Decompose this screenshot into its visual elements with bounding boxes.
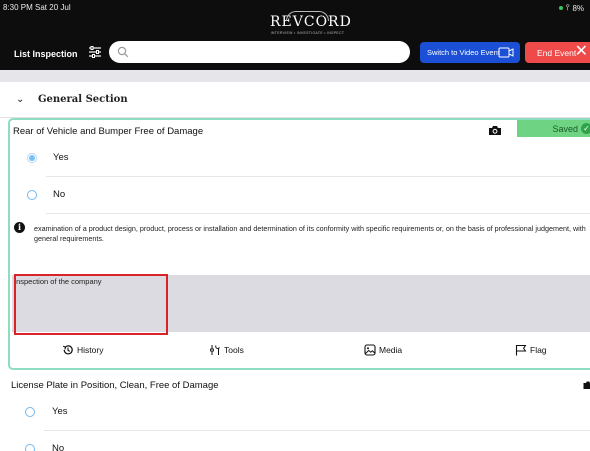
saved-label: Saved	[552, 123, 578, 134]
search-box[interactable]	[109, 41, 410, 63]
option-label: Yes	[53, 152, 69, 163]
switch-to-video-label: Switch to Video Event	[427, 48, 500, 57]
question-toolbar: History Tools Media Flag	[10, 340, 590, 366]
info-icon: i	[14, 222, 25, 233]
top-header: 8:30 PM Sat 20 Jul ⫯ 8% REVCORD INTERVIE…	[0, 0, 590, 70]
search-input[interactable]	[133, 43, 401, 61]
radio-yes[interactable]	[27, 153, 37, 163]
question-title: Rear of Vehicle and Bumper Free of Damag…	[13, 126, 204, 137]
notes-area[interactable]: Inspection of the company	[12, 275, 590, 332]
app-window: 8:30 PM Sat 20 Jul ⫯ 8% REVCORD INTERVIE…	[0, 0, 590, 451]
history-button[interactable]: History	[62, 344, 103, 356]
end-event-button[interactable]: End Event ✕	[525, 42, 590, 63]
wifi-icon: ⫯	[565, 3, 570, 12]
question-card-license-plate: License Plate in Position, Clean, Free o…	[0, 372, 590, 451]
option-divider	[46, 213, 590, 214]
radio-no[interactable]	[25, 444, 35, 451]
chevron-down-icon: ⌄	[16, 94, 25, 105]
tools-button[interactable]: Tools	[209, 344, 244, 356]
switch-to-video-button[interactable]: Switch to Video Event	[420, 42, 520, 63]
battery-level: 8%	[572, 3, 584, 13]
question-title: License Plate in Position, Clean, Free o…	[11, 380, 219, 391]
flag-button[interactable]: Flag	[515, 344, 547, 356]
page-title: List Inspection	[14, 49, 78, 59]
checkmark-icon: ✓	[581, 123, 590, 134]
location-dot-icon	[558, 6, 563, 10]
media-icon	[364, 344, 376, 356]
radio-no[interactable]	[27, 190, 37, 200]
section-header-general[interactable]: ⌄ General Section	[0, 82, 590, 118]
camera-icon[interactable]	[488, 125, 502, 136]
saved-status-badge: Saved ✓	[517, 120, 590, 137]
question-card-rear-vehicle: Rear of Vehicle and Bumper Free of Damag…	[8, 118, 590, 370]
flag-icon	[515, 345, 527, 356]
search-icon	[117, 46, 129, 58]
notes-textarea[interactable]: Inspection of the company	[14, 277, 590, 327]
option-label: No	[53, 189, 66, 200]
header-separator	[0, 70, 590, 82]
revcord-logo: REVCORD INTERVIEW • INVESTIGATE • INSPEC…	[270, 11, 351, 40]
video-camera-icon	[498, 47, 514, 58]
section-title: General Section	[38, 94, 128, 105]
option-label: No	[52, 443, 65, 451]
tools-icon	[210, 345, 220, 355]
status-indicators: ⫯ 8%	[558, 3, 584, 13]
close-icon: ✕	[574, 43, 588, 60]
media-label: Media	[379, 345, 403, 355]
option-no[interactable]: No	[10, 177, 590, 213]
camera-icon[interactable]	[583, 380, 590, 390]
tools-label: Tools	[224, 345, 244, 355]
flag-label: Flag	[530, 345, 547, 355]
radio-yes[interactable]	[25, 407, 35, 417]
option-label: Yes	[52, 406, 68, 417]
logo-arc	[286, 11, 329, 21]
end-event-label: End Event	[537, 47, 577, 58]
option-yes[interactable]: Yes	[10, 140, 590, 176]
question-description: examination of a product design, product…	[34, 224, 586, 243]
history-icon	[62, 345, 73, 355]
history-label: History	[77, 345, 104, 355]
filter-sliders-icon[interactable]	[88, 45, 102, 59]
media-button[interactable]: Media	[364, 344, 402, 356]
logo-subtitle: INTERVIEW • INVESTIGATE • INSPECT	[270, 31, 345, 35]
option-yes[interactable]: Yes	[0, 394, 590, 430]
option-no[interactable]: No	[0, 431, 590, 451]
status-time: 8:30 PM Sat 20 Jul	[3, 3, 71, 12]
